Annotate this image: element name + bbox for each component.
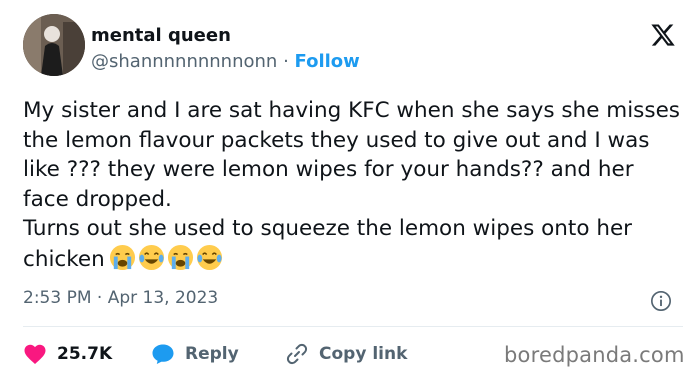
link-icon bbox=[286, 343, 308, 365]
author-name[interactable]: mental queen bbox=[91, 25, 231, 46]
copy-link-button[interactable]: Copy link bbox=[285, 340, 407, 368]
reply-bubble-icon bbox=[152, 344, 174, 364]
author-handle[interactable]: @shannnnnnnnnonn bbox=[91, 51, 277, 72]
likes-count: 25.7K bbox=[57, 344, 113, 364]
follow-button[interactable]: Follow bbox=[295, 51, 360, 72]
tweet-date[interactable]: Apr 13, 2023 bbox=[108, 288, 219, 308]
tweet-text: My sister and I are sat having KFC when … bbox=[23, 96, 683, 279]
emoji-row bbox=[109, 244, 225, 280]
heart-icon bbox=[24, 344, 46, 364]
divider bbox=[23, 326, 683, 327]
laughing-tears-icon bbox=[138, 244, 164, 270]
handle-separator: · bbox=[283, 51, 289, 72]
laughing-tears-icon bbox=[196, 244, 222, 270]
copy-link-label: Copy link bbox=[319, 344, 408, 364]
tweet-time[interactable]: 2:53 PM bbox=[23, 288, 92, 308]
tweet-header: mental queen @shannnnnnnnnonn · Follow bbox=[23, 14, 683, 80]
author-handle-row: @shannnnnnnnnonn · Follow bbox=[91, 51, 360, 72]
crying-face-icon bbox=[109, 244, 135, 270]
like-button[interactable]: 25.7K bbox=[23, 340, 112, 368]
info-icon[interactable] bbox=[650, 290, 672, 312]
crying-face-icon bbox=[167, 244, 193, 270]
reply-button[interactable]: Reply bbox=[151, 340, 239, 368]
tweet-meta: 2:53 PM · Apr 13, 2023 bbox=[23, 288, 218, 308]
meta-separator: · bbox=[96, 288, 103, 308]
reply-label: Reply bbox=[185, 344, 239, 364]
avatar[interactable] bbox=[23, 14, 85, 76]
watermark: boredpanda.com bbox=[504, 343, 685, 367]
x-logo-icon[interactable] bbox=[649, 22, 677, 48]
